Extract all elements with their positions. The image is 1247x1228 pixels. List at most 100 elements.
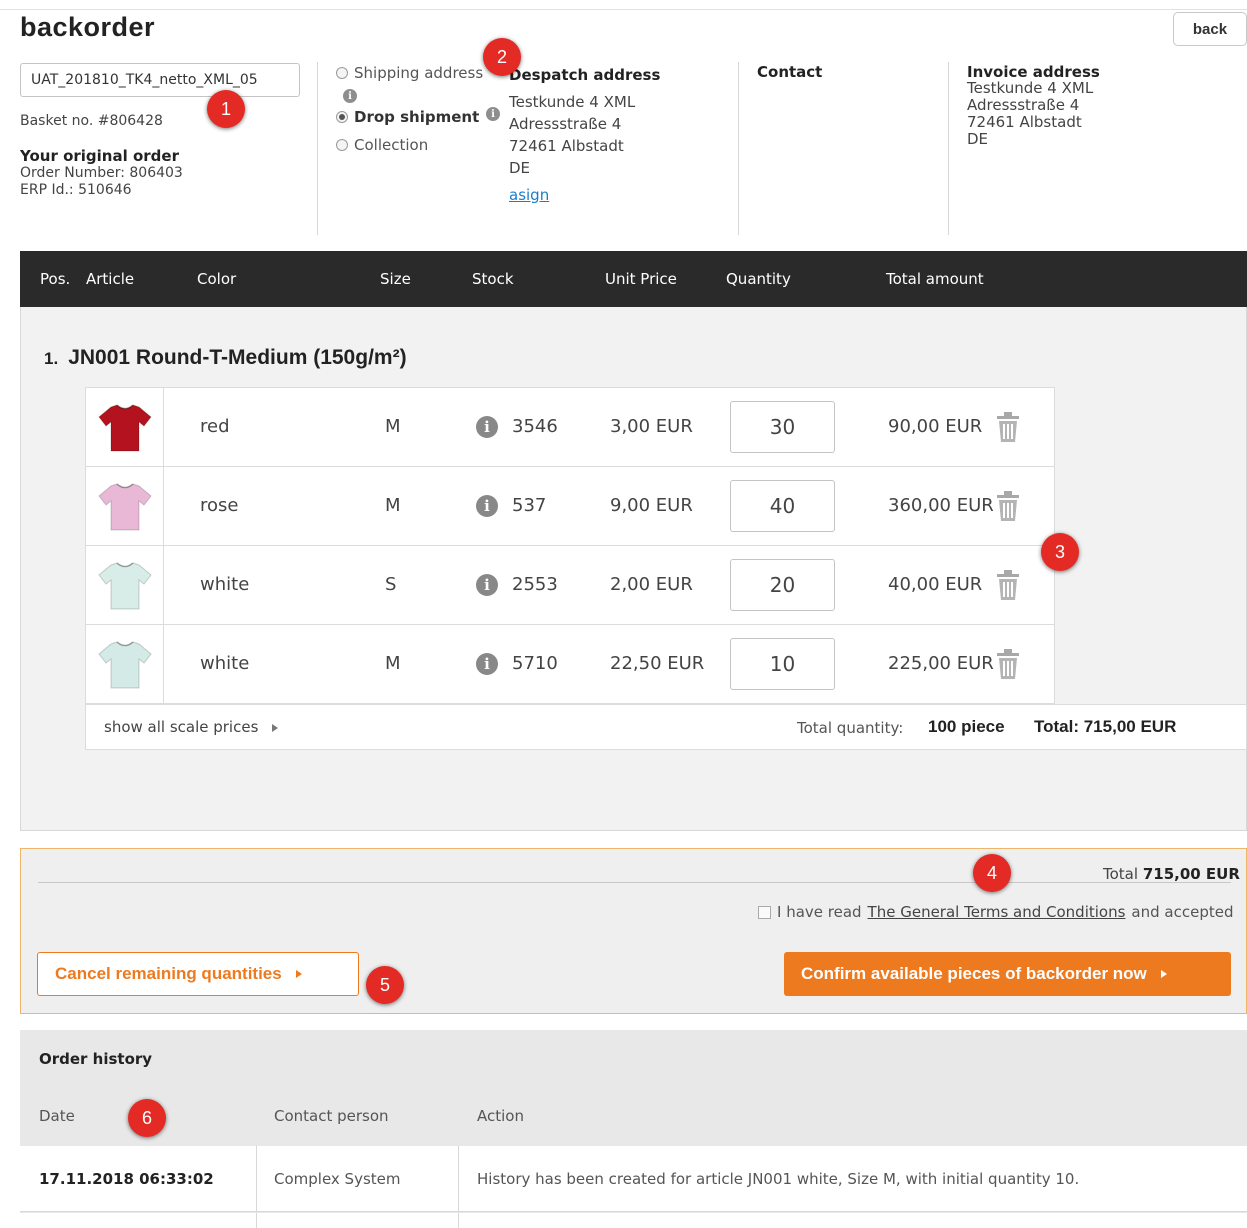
annotation-marker-2: 2 xyxy=(483,38,521,76)
column-header-article: Article xyxy=(86,270,135,288)
radio-indicator xyxy=(336,139,348,151)
history-cell-divider xyxy=(256,1146,257,1212)
radio-label: Shipping address xyxy=(354,64,484,82)
history-cell-divider xyxy=(458,1213,459,1228)
checkout-total-label: Total xyxy=(1103,865,1139,883)
despatch-address-title: Despatch address xyxy=(509,66,661,84)
article-total: Total: 715,00 EUR xyxy=(1034,717,1177,736)
stock-info-icon[interactable]: i xyxy=(476,574,498,596)
radio-shipping-address[interactable]: Shipping address xyxy=(336,64,483,82)
invoice-address: Testkunde 4 XML Adressstraße 4 72461 Alb… xyxy=(967,80,1093,148)
total-quantity-label: Total quantity: xyxy=(797,719,904,737)
product-thumbnail xyxy=(86,625,164,703)
radio-label: Drop shipment xyxy=(354,108,480,126)
stock-info-icon[interactable]: i xyxy=(476,416,498,438)
column-header-quantity: Quantity xyxy=(726,270,791,288)
article-summary-row: show all scale prices Total quantity: 10… xyxy=(85,704,1247,750)
row-total: 225,00 EUR xyxy=(888,653,994,674)
quantity-input[interactable] xyxy=(730,401,835,453)
row-total: 40,00 EUR xyxy=(888,574,983,595)
top-divider xyxy=(0,9,1247,10)
checkout-total-value: 715,00 EUR xyxy=(1142,865,1240,883)
row-color: white xyxy=(200,574,250,595)
back-button[interactable]: back xyxy=(1173,12,1247,46)
trash-icon[interactable] xyxy=(996,412,1020,442)
arrow-right-icon xyxy=(295,970,302,978)
table-row: rose Mi 537 9,00 EUR 360,00 EUR xyxy=(85,466,1055,546)
terms-link[interactable]: The General Terms and Conditions xyxy=(868,903,1126,921)
order-reference-input[interactable] xyxy=(20,63,300,97)
despatch-address: Testkunde 4 XML Adressstraße 4 72461 Alb… xyxy=(509,91,635,179)
row-color: white xyxy=(200,653,250,674)
row-size: S xyxy=(385,574,397,595)
history-header-date: Date xyxy=(39,1107,75,1125)
annotation-marker-1: 1 xyxy=(207,90,245,128)
terms-checkbox-row[interactable]: I have read The General Terms and Condit… xyxy=(758,903,1233,921)
history-cell-divider xyxy=(458,1146,459,1212)
address-line: 72461 Albstadt xyxy=(509,137,624,155)
article-position: 1. xyxy=(44,349,59,368)
basket-number: Basket no. #806428 xyxy=(20,113,163,129)
page-title: backorder xyxy=(20,12,156,42)
history-header-action: Action xyxy=(477,1107,524,1125)
row-size: M xyxy=(385,495,401,516)
info-icon[interactable]: i xyxy=(486,107,500,121)
table-row: white Mi 5710 22,50 EUR 225,00 EUR xyxy=(85,624,1055,704)
product-thumbnail xyxy=(86,467,164,545)
history-cell-divider xyxy=(256,1213,257,1228)
assign-address-link[interactable]: asign xyxy=(509,186,549,204)
show-scale-prices-label: show all scale prices xyxy=(104,718,259,736)
address-line: DE xyxy=(967,130,989,148)
arrow-right-icon xyxy=(1160,970,1167,978)
total-quantity-value: 100 piece xyxy=(928,717,1005,736)
checkout-total: Total 715,00 EUR xyxy=(1103,865,1240,883)
order-number: Order Number: 806403 xyxy=(20,165,183,181)
cancel-remaining-button[interactable]: Cancel remaining quantities xyxy=(37,952,359,996)
trash-icon[interactable] xyxy=(996,649,1020,679)
address-line: Adressstraße 4 xyxy=(509,115,622,133)
radio-drop-shipment[interactable]: Drop shipment xyxy=(336,108,479,126)
row-stock: 537 xyxy=(512,495,547,516)
annotation-marker-6: 6 xyxy=(128,1099,166,1137)
quantity-input[interactable] xyxy=(730,638,835,690)
trash-icon[interactable] xyxy=(996,491,1020,521)
history-row: 17.11.2018 06:33:02 Complex System Histo… xyxy=(20,1146,1247,1212)
stock-info-icon[interactable]: i xyxy=(476,653,498,675)
row-unit-price: 9,00 EUR xyxy=(610,495,693,516)
address-line: DE xyxy=(509,159,531,177)
history-date: 17.11.2018 06:33:02 xyxy=(39,1170,214,1188)
radio-collection[interactable]: Collection xyxy=(336,136,428,154)
address-line: Testkunde 4 XML xyxy=(967,79,1094,97)
column-header-stock: Stock xyxy=(472,270,514,288)
history-row xyxy=(20,1213,1247,1228)
row-unit-price: 3,00 EUR xyxy=(610,416,693,437)
quantity-input[interactable] xyxy=(730,559,835,611)
row-total: 90,00 EUR xyxy=(888,416,983,437)
row-color: rose xyxy=(200,495,239,516)
terms-checkbox[interactable] xyxy=(758,905,771,919)
info-icon[interactable]: i xyxy=(343,89,357,103)
row-size: M xyxy=(385,653,401,674)
quantity-input[interactable] xyxy=(730,480,835,532)
items-table-header: Pos. Article Color Size Stock Unit Price… xyxy=(20,251,1247,307)
row-size: M xyxy=(385,416,401,437)
show-scale-prices-link[interactable]: show all scale prices xyxy=(104,718,279,736)
row-color: red xyxy=(200,416,230,437)
tshirt-icon xyxy=(97,483,152,531)
terms-prefix: I have read xyxy=(777,903,862,921)
history-header-contact: Contact person xyxy=(274,1107,389,1125)
row-stock: 2553 xyxy=(512,574,558,595)
trash-icon[interactable] xyxy=(996,570,1020,600)
cancel-remaining-label: Cancel remaining quantities xyxy=(55,964,282,983)
row-total: 360,00 EUR xyxy=(888,495,994,516)
history-contact: Complex System xyxy=(274,1170,401,1188)
radio-indicator xyxy=(336,111,348,123)
tshirt-icon xyxy=(97,641,152,689)
tshirt-icon xyxy=(97,562,152,610)
confirm-backorder-button[interactable]: Confirm available pieces of backorder no… xyxy=(784,952,1231,996)
column-divider xyxy=(317,62,318,235)
stock-info-icon[interactable]: i xyxy=(476,495,498,517)
contact-title: Contact xyxy=(757,63,823,81)
article-name: JN001 Round-T-Medium (150g/m²) xyxy=(68,346,407,369)
row-unit-price: 22,50 EUR xyxy=(610,653,705,674)
